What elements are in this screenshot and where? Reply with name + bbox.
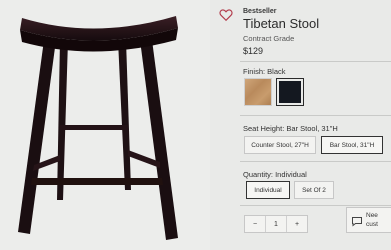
- divider: [240, 161, 391, 162]
- divider: [240, 205, 391, 206]
- stool-illustration: [18, 16, 178, 240]
- increment-button[interactable]: +: [287, 216, 307, 232]
- divider: [240, 115, 391, 116]
- finish-label: Finish: Black: [243, 67, 286, 76]
- product-price: $129: [243, 46, 264, 56]
- chat-button[interactable]: Nee cust: [346, 207, 391, 233]
- option-bar-stool[interactable]: Bar Stool, 31"H: [321, 136, 383, 154]
- seat-height-label: Seat Height: Bar Stool, 31"H: [243, 124, 338, 133]
- divider: [240, 61, 391, 62]
- chat-bubble-icon: [351, 214, 363, 232]
- chat-text-line2: cust: [366, 221, 378, 228]
- quantity-stepper[interactable]: − 1 +: [244, 215, 308, 233]
- product-title: Tibetan Stool: [243, 16, 320, 31]
- product-image: [0, 0, 210, 250]
- decrement-button[interactable]: −: [245, 216, 265, 232]
- option-counter-stool[interactable]: Counter Stool, 27"H: [244, 136, 316, 154]
- bestseller-badge: Bestseller: [243, 8, 277, 15]
- finish-swatch-black[interactable]: [276, 78, 304, 106]
- finish-swatch-natural[interactable]: [244, 78, 272, 106]
- chat-text-line1: Nee: [366, 212, 378, 219]
- option-set-of-2[interactable]: Set Of 2: [294, 181, 334, 199]
- quantity-value[interactable]: 1: [265, 216, 287, 232]
- option-individual[interactable]: Individual: [246, 181, 290, 199]
- heart-icon[interactable]: [219, 8, 233, 22]
- quantity-label: Quantity: Individual: [243, 170, 307, 179]
- product-grade: Contract Grade: [243, 34, 295, 43]
- black-swatch-fill: [279, 81, 301, 103]
